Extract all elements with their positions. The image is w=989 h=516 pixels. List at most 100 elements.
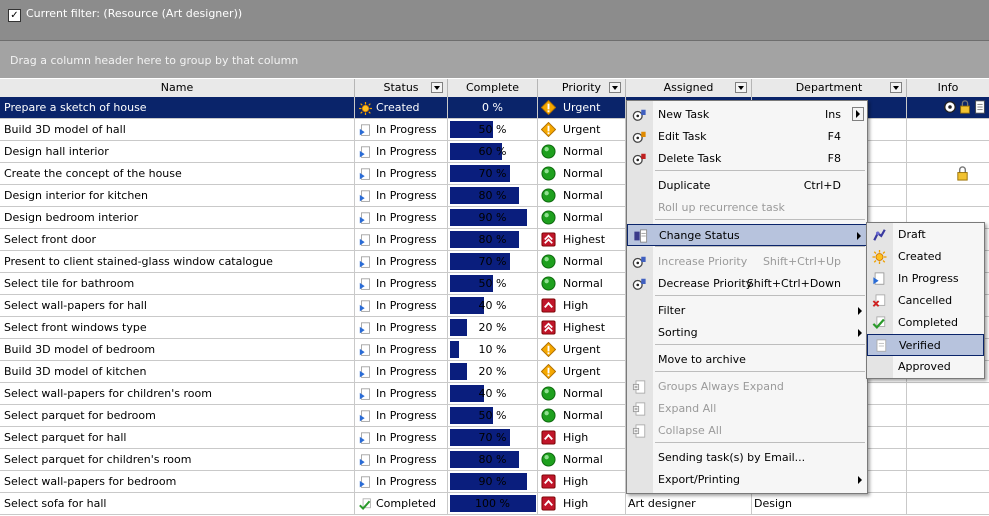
priority-cell[interactable]: Highest [538,317,626,338]
priority-cell[interactable]: Normal [538,273,626,294]
group-by-panel[interactable]: Drag a column header here to group by th… [0,41,989,78]
filter-checkbox[interactable]: ✓ [8,9,21,22]
complete-cell[interactable]: 0 % [448,97,538,118]
menu-item-edit-task[interactable]: Edit Task F4 [627,126,867,148]
status-option-in-progress[interactable]: In Progress [867,268,984,290]
priority-cell[interactable]: Urgent [538,119,626,140]
priority-cell[interactable]: Normal [538,405,626,426]
filter-dropdown-icon[interactable] [890,82,902,93]
priority-cell[interactable]: Normal [538,383,626,404]
column-header-department[interactable]: Department [752,79,907,97]
filter-dropdown-icon[interactable] [735,82,747,93]
status-cell[interactable]: Completed [355,493,448,514]
task-name[interactable]: Build 3D model of hall [0,119,355,140]
info-cell[interactable] [907,383,989,404]
complete-cell[interactable]: 40 % [448,295,538,316]
task-name[interactable]: Select wall-papers for bedroom [0,471,355,492]
complete-cell[interactable]: 70 % [448,427,538,448]
status-cell[interactable]: In Progress [355,273,448,294]
priority-cell[interactable]: Normal [538,141,626,162]
priority-cell[interactable]: High [538,427,626,448]
task-name[interactable]: Create the concept of the house [0,163,355,184]
info-cell[interactable] [907,185,989,206]
complete-cell[interactable]: 20 % [448,361,538,382]
info-cell[interactable] [907,163,989,184]
priority-cell[interactable]: Normal [538,251,626,272]
complete-cell[interactable]: 90 % [448,207,538,228]
info-cell[interactable] [907,493,989,514]
task-name[interactable]: Build 3D model of bedroom [0,339,355,360]
filter-dropdown-icon[interactable] [609,82,621,93]
status-cell[interactable]: In Progress [355,251,448,272]
status-cell[interactable]: In Progress [355,295,448,316]
menu-item-collapse-all[interactable]: Collapse All [627,420,867,442]
menu-item-filter[interactable]: Filter [627,300,867,322]
complete-cell[interactable]: 50 % [448,273,538,294]
task-name[interactable]: Select parquet for hall [0,427,355,448]
info-cell[interactable] [907,449,989,470]
filter-dropdown-icon[interactable] [431,82,443,93]
priority-cell[interactable]: High [538,471,626,492]
status-cell[interactable]: In Progress [355,339,448,360]
menu-item-sorting[interactable]: Sorting [627,322,867,344]
status-cell[interactable]: In Progress [355,317,448,338]
status-option-approved[interactable]: Approved [867,356,984,378]
task-name[interactable]: Select front door [0,229,355,250]
status-option-completed[interactable]: Completed [867,312,984,334]
complete-cell[interactable]: 50 % [448,119,538,140]
status-cell[interactable]: In Progress [355,471,448,492]
priority-cell[interactable]: Urgent [538,361,626,382]
menu-item-sending-task-s-by-email[interactable]: Sending task(s) by Email... [627,447,867,469]
status-cell[interactable]: In Progress [355,163,448,184]
complete-cell[interactable]: 10 % [448,339,538,360]
complete-cell[interactable]: 100 % [448,493,538,514]
menu-item-change-status[interactable]: Change Status [627,224,867,246]
complete-cell[interactable]: 90 % [448,471,538,492]
task-name[interactable]: Present to client stained-glass window c… [0,251,355,272]
priority-cell[interactable]: Normal [538,163,626,184]
priority-cell[interactable]: Urgent [538,97,626,118]
complete-cell[interactable]: 20 % [448,317,538,338]
task-name[interactable]: Select wall-papers for hall [0,295,355,316]
task-name[interactable]: Select wall-papers for children's room [0,383,355,404]
department-cell[interactable]: Design [752,493,907,514]
menu-item-delete-task[interactable]: Delete Task F8 [627,148,867,170]
priority-cell[interactable]: Urgent [538,339,626,360]
complete-cell[interactable]: 60 % [448,141,538,162]
assigned-cell[interactable]: Art designer [626,493,752,514]
status-cell[interactable]: In Progress [355,229,448,250]
info-cell[interactable] [907,141,989,162]
task-name[interactable]: Build 3D model of kitchen [0,361,355,382]
status-cell[interactable]: Created [355,97,448,118]
task-name[interactable]: Design interior for kitchen [0,185,355,206]
status-cell[interactable]: In Progress [355,361,448,382]
task-name[interactable]: Select parquet for children's room [0,449,355,470]
menu-item-export-printing[interactable]: Export/Printing [627,469,867,491]
menu-item-expand-all[interactable]: Expand All [627,398,867,420]
info-cell[interactable] [907,405,989,426]
column-header-assigned[interactable]: Assigned [626,79,752,97]
priority-cell[interactable]: High [538,493,626,514]
complete-cell[interactable]: 40 % [448,383,538,404]
task-name[interactable]: Select front windows type [0,317,355,338]
complete-cell[interactable]: 70 % [448,163,538,184]
task-name[interactable]: Select tile for bathroom [0,273,355,294]
info-cell[interactable] [907,427,989,448]
task-name[interactable]: Select parquet for bedroom [0,405,355,426]
menu-item-groups-always-expand[interactable]: Groups Always Expand [627,376,867,398]
menu-item-move-to-archive[interactable]: Move to archive [627,349,867,371]
status-cell[interactable]: In Progress [355,207,448,228]
menu-item-roll-up-recurrence-task[interactable]: Roll up recurrence task [627,197,867,219]
column-header-name[interactable]: Name [0,79,355,97]
menu-item-new-task[interactable]: New Task Ins [627,104,867,126]
status-cell[interactable]: In Progress [355,185,448,206]
column-header-status[interactable]: Status [355,79,448,97]
task-name[interactable]: Select sofa for hall [0,493,355,514]
priority-cell[interactable]: Normal [538,449,626,470]
info-cell[interactable] [907,119,989,140]
menu-item-increase-priority[interactable]: Increase Priority Shift+Ctrl+Up [627,251,867,273]
status-cell[interactable]: In Progress [355,383,448,404]
complete-cell[interactable]: 80 % [448,185,538,206]
priority-cell[interactable]: High [538,295,626,316]
status-cell[interactable]: In Progress [355,119,448,140]
